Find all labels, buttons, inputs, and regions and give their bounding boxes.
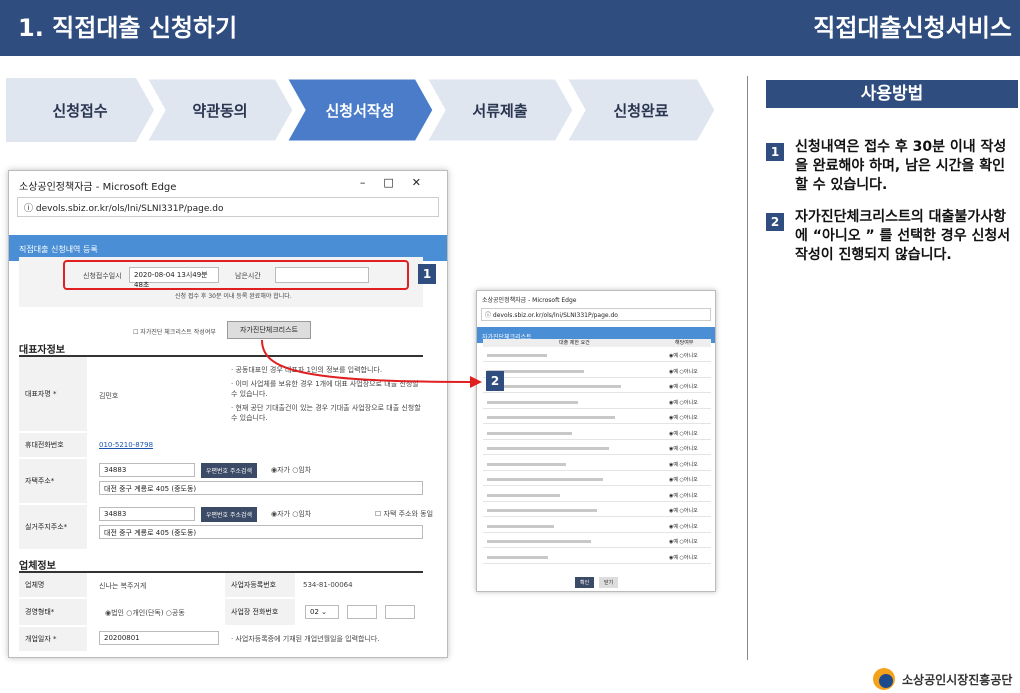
step-terms: 약관동의 xyxy=(146,78,294,142)
step-complete: 신청완료 xyxy=(566,78,716,142)
step-form: 신청서작성 xyxy=(286,78,434,142)
logo-icon xyxy=(873,668,895,690)
agency-logo: 소상공인시장진흥공단 xyxy=(873,668,1012,690)
step-documents: 서류제출 xyxy=(426,78,574,142)
progress-steps: 신청접수 약관동의 신청서작성 서류제출 신청완료 xyxy=(6,78,722,142)
step-apply: 신청접수 xyxy=(6,78,154,142)
